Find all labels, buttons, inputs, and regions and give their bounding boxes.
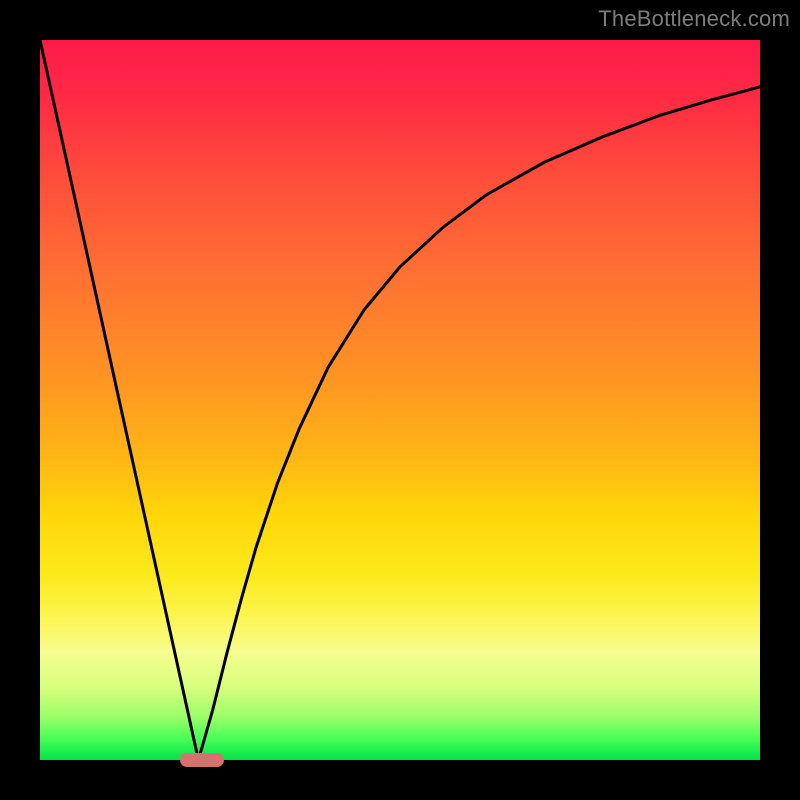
bottleneck-curve <box>40 40 760 760</box>
plot-area <box>40 40 760 760</box>
curve-svg <box>40 40 760 760</box>
chart-frame: TheBottleneck.com <box>0 0 800 800</box>
watermark-text: TheBottleneck.com <box>598 6 790 32</box>
optimum-marker <box>180 753 223 767</box>
